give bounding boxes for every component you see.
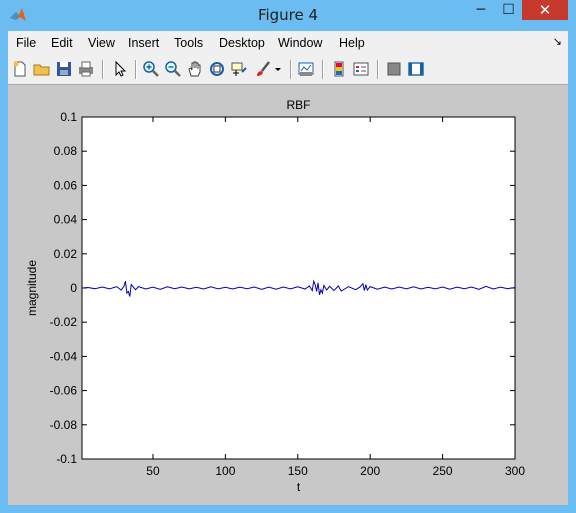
menu-insert[interactable]: Insert: [128, 36, 159, 50]
close-button[interactable]: ✕: [522, 0, 568, 20]
menu-bar: File Edit View Insert Tools Desktop Wind…: [8, 31, 568, 55]
menu-help[interactable]: Help: [339, 36, 365, 50]
dock-arrow-icon[interactable]: ↘: [553, 35, 562, 48]
menu-desktop[interactable]: Desktop: [219, 36, 265, 50]
save-icon[interactable]: [54, 59, 74, 79]
figure-toolbar: [8, 55, 568, 85]
hide-plot-tools-icon[interactable]: [384, 59, 404, 79]
x-tick-label: 150: [288, 464, 308, 478]
y-tick-label: -0.02: [50, 315, 78, 329]
menu-file[interactable]: File: [16, 36, 36, 50]
new-figure-icon[interactable]: [10, 59, 30, 79]
pan-hand-icon[interactable]: [185, 59, 205, 79]
x-axis-label: t: [297, 480, 301, 494]
y-tick-label: 0.02: [54, 247, 78, 261]
brush-dropdown-icon[interactable]: [272, 59, 284, 79]
pointer-icon[interactable]: [110, 59, 130, 79]
y-tick-label: -0.1: [56, 452, 77, 466]
maximize-button[interactable]: ☐: [495, 0, 522, 20]
zoom-out-icon[interactable]: [163, 59, 183, 79]
y-tick-label: -0.08: [50, 418, 78, 432]
brush-icon[interactable]: [253, 59, 273, 79]
colorbar-icon[interactable]: [329, 59, 349, 79]
y-tick-label: 0: [70, 281, 77, 295]
print-icon[interactable]: [76, 59, 96, 79]
rotate-3d-icon[interactable]: [207, 59, 227, 79]
axes-box[interactable]: [81, 116, 516, 460]
x-tick-label: 200: [360, 464, 380, 478]
x-tick-label: 300: [505, 464, 525, 478]
data-cursor-icon[interactable]: [229, 59, 249, 79]
figure-window: Figure 4 ─ ☐ ✕ File Edit View Insert Too…: [0, 0, 576, 513]
menu-view[interactable]: View: [88, 36, 115, 50]
menu-window[interactable]: Window: [278, 36, 322, 50]
rbf-chart: RBF t magnitude 0.1 0.08 0.06 0.04 0.02 0 -0.0…: [25, 98, 525, 494]
legend-icon[interactable]: [351, 59, 371, 79]
title-bar[interactable]: Figure 4 ─ ☐ ✕: [0, 0, 576, 31]
minimize-button[interactable]: ─: [467, 0, 495, 20]
menu-tools[interactable]: Tools: [174, 36, 203, 50]
y-tick-label: -0.04: [50, 349, 78, 363]
zoom-in-icon[interactable]: [141, 59, 161, 79]
y-tick-label: 0.06: [54, 178, 78, 192]
chart-title: RBF: [287, 98, 311, 112]
figure-client-area: File Edit View Insert Tools Desktop Wind…: [8, 31, 568, 505]
menu-edit[interactable]: Edit: [51, 36, 73, 50]
x-tick-label: 250: [433, 464, 453, 478]
show-plot-tools-icon[interactable]: [406, 59, 426, 79]
x-tick-label: 50: [146, 464, 160, 478]
y-tick-label: -0.06: [50, 384, 78, 398]
y-tick-label: 0.04: [54, 213, 78, 227]
y-axis-label: magnitude: [25, 260, 39, 316]
y-tick-label: 0.1: [60, 110, 77, 124]
link-plot-icon[interactable]: [296, 59, 316, 79]
open-file-icon[interactable]: [32, 59, 52, 79]
y-tick-label: 0.08: [54, 144, 78, 158]
figure-canvas: RBF t magnitude 0.1 0.08 0.06 0.04 0.02 0 -0.0…: [8, 85, 568, 505]
x-tick-label: 100: [215, 464, 235, 478]
